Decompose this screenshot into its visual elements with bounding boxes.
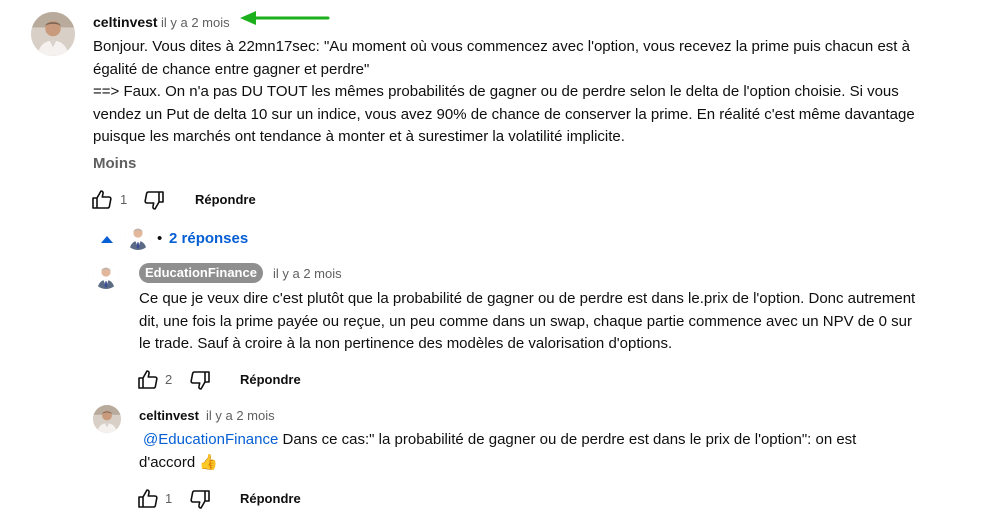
like-button-icon[interactable] — [90, 188, 114, 212]
reply-button[interactable]: Répondre — [240, 491, 301, 506]
avatar-image — [31, 12, 75, 56]
reply-line: d'accord 👍 — [139, 453, 219, 471]
comment-text: Bonjour. Vous dites à 22mn17sec: "Au mom… — [93, 36, 915, 149]
reply-time[interactable]: il y a 2 mois — [206, 408, 275, 423]
annotation-arrow-icon — [240, 11, 330, 25]
separator-dot: • — [157, 230, 163, 247]
reply-author[interactable]: celtinvest — [139, 408, 199, 423]
reply-time[interactable]: il y a 2 mois — [273, 266, 342, 281]
reply-text: Ce que je veux dire c'est plutôt que la … — [139, 288, 915, 356]
comment-time[interactable]: il y a 2 mois — [161, 15, 230, 30]
dislike-button-icon[interactable] — [142, 188, 166, 212]
like-button-icon[interactable] — [136, 368, 160, 392]
comment-line: égalité de chance entre gagner et perdre… — [93, 60, 370, 78]
comment-line: vendez un Put de delta 10 sur un indice,… — [93, 105, 915, 123]
comment-line: Bonjour. Vous dites à 22mn17sec: "Au mom… — [93, 38, 910, 55]
replies-count-link[interactable]: 2 réponses — [169, 230, 248, 247]
reply-text-segment: Dans ce cas:" la probabilité de gagner o… — [278, 431, 857, 448]
dislike-button-icon[interactable] — [188, 368, 212, 392]
comment-avatar[interactable] — [31, 12, 75, 56]
reply-line: le trade. Sauf à croire à la non pertine… — [139, 335, 673, 352]
like-button-icon[interactable] — [136, 487, 160, 511]
reply-line: dit, une fois la prime payée ou reçue, u… — [139, 312, 912, 330]
reply-avatar[interactable] — [93, 263, 119, 289]
like-count: 1 — [165, 491, 173, 506]
reply-button[interactable]: Répondre — [195, 192, 256, 207]
like-count: 2 — [165, 372, 173, 387]
avatar-image — [125, 224, 151, 250]
mention-link[interactable]: @EducationFinance — [143, 431, 278, 448]
comment-line: ==> Faux. On n'a pas DU TOUT les mêmes p… — [93, 83, 899, 100]
dislike-button-icon[interactable] — [188, 487, 212, 511]
reply-button[interactable]: Répondre — [240, 372, 301, 387]
reply-line: Ce que je veux dire c'est plutôt que la … — [139, 290, 916, 307]
reply-avatar[interactable] — [93, 405, 121, 433]
reply-text: @EducationFinance Dans ce cas:" la proba… — [139, 429, 856, 474]
show-less-button[interactable]: Moins — [93, 155, 136, 172]
comment-line: puisque les marchés ont tendance à monte… — [93, 128, 625, 145]
comment-author[interactable]: celtinvest — [93, 14, 158, 30]
like-count: 1 — [120, 192, 128, 207]
collapse-replies-caret-icon[interactable] — [100, 234, 114, 244]
channel-owner-badge[interactable]: EducationFinance — [139, 263, 263, 283]
replier-avatar-small — [125, 224, 151, 250]
avatar-image — [93, 405, 121, 433]
avatar-image — [93, 263, 119, 289]
